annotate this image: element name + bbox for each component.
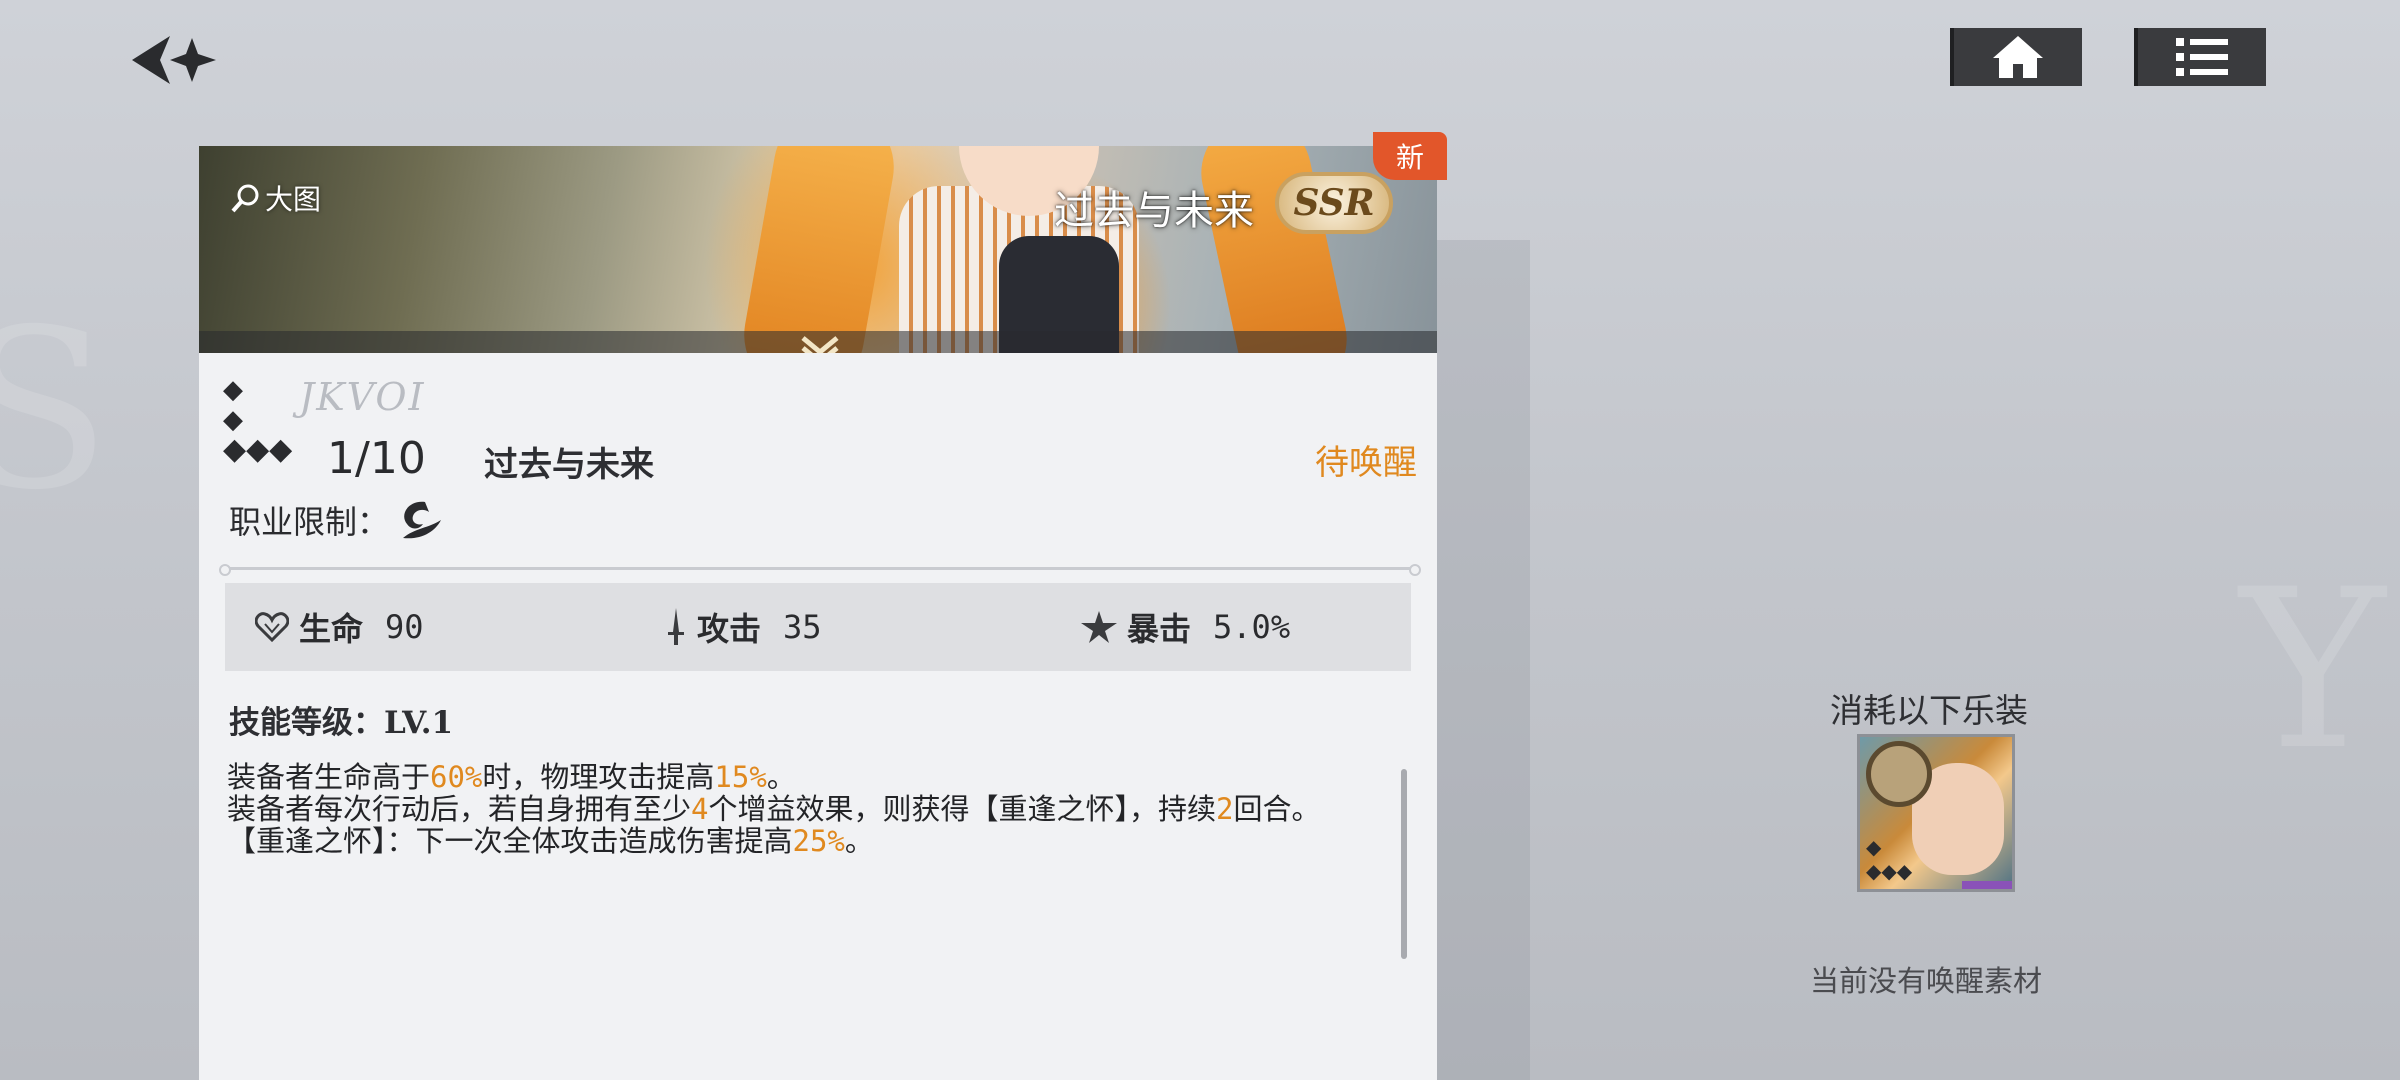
skill-highlight: 60% — [430, 760, 483, 794]
skill-text: 个增益效果，则获得【重逢之怀】，持续 — [708, 792, 1216, 826]
skill-text: 【重逢之怀】：下一次全体攻击造成伤害提高 — [227, 824, 793, 858]
level-logo: JKVOI — [299, 375, 426, 419]
menu-list-button[interactable] — [2134, 28, 2266, 86]
new-tag: 新 — [1373, 132, 1447, 180]
skill-text: 回合。 — [1233, 792, 1321, 826]
equipment-detail-card: 大图 过去与未来 SSR 新 ◆ ◆ ◆◆◆ JKVOI 1/10 过去与未来 … — [199, 132, 1447, 1080]
material-art-emblem — [1866, 741, 1932, 807]
job-limit-label: 职业限制： — [229, 503, 390, 541]
consume-title: 消耗以下乐装 — [1830, 691, 2028, 730]
home-icon — [1993, 36, 2043, 78]
list-icon — [2176, 38, 2228, 76]
background-decoration-right: Y — [2240, 542, 2386, 798]
skill-highlight: 4 — [691, 792, 709, 826]
skill-text: 装备者每次行动后，若自身拥有至少 — [227, 792, 692, 826]
skill-description: 装备者生命高于60%时，物理攻击提高15%。 装备者每次行动后，若自身拥有至少4… — [227, 761, 1387, 857]
stat-crit: 暴击 5.0% — [1081, 604, 1290, 650]
ssr-rarity-badge: SSR — [1275, 172, 1393, 234]
material-rarity-diamonds: ◆ ◆◆◆ — [1866, 835, 1913, 883]
banner-art-hair-left — [734, 146, 904, 353]
stat-hp-label: 生命 — [299, 610, 364, 648]
rarity-diamonds: ◆ ◆ ◆◆◆ — [223, 375, 292, 465]
stat-attack-label: 攻击 — [697, 610, 762, 648]
chevron-down-icon[interactable] — [799, 332, 841, 353]
rarity-mark-2: ◆ — [223, 405, 243, 435]
skill-text: 。 — [766, 760, 796, 794]
no-material-text: 当前没有唤醒素材 — [1810, 964, 2043, 998]
stat-hp: 生命 90 — [255, 604, 424, 650]
back-arrow-star-icon — [132, 36, 216, 84]
job-class-icon[interactable] — [395, 498, 445, 542]
stat-hp-value: 90 — [385, 608, 424, 646]
skill-highlight: 2 — [1216, 792, 1234, 826]
skill-level: 技能等级：LV.1 — [229, 705, 454, 741]
skill-text: 时，物理攻击提高 — [482, 760, 715, 794]
back-button[interactable] — [120, 20, 230, 100]
skill-scrollbar[interactable] — [1401, 769, 1407, 959]
section-divider — [219, 564, 1421, 576]
stat-attack-value: 35 — [783, 608, 822, 646]
background-decoration-left: S — [0, 282, 111, 538]
skill-line-2: 装备者每次行动后，若自身拥有至少4个增益效果，则获得【重逢之怀】，持续2回合。 — [227, 793, 1387, 825]
job-limit: 职业限制： — [229, 497, 445, 543]
stat-attack: 攻击 35 — [665, 604, 822, 650]
heart-icon — [255, 612, 289, 642]
skill-highlight: 15% — [714, 760, 767, 794]
equipment-name: 过去与未来 — [484, 445, 654, 485]
magnifier-icon — [231, 184, 259, 213]
background-panel — [1430, 240, 1530, 1080]
stat-crit-label: 暴击 — [1127, 610, 1192, 648]
stats-row: 生命 90 攻击 35 暴击 5.0% — [225, 583, 1411, 671]
home-button[interactable] — [1950, 28, 2082, 86]
skill-line-3: 【重逢之怀】：下一次全体攻击造成伤害提高25%。 — [227, 825, 1387, 857]
skill-highlight: 25% — [792, 824, 845, 858]
crit-star-icon — [1081, 611, 1117, 643]
skill-line-1: 装备者生命高于60%时，物理攻击提高15%。 — [227, 761, 1387, 793]
material-underbar — [1962, 881, 2012, 889]
material-item-icon[interactable]: ◆ ◆◆◆ — [1857, 734, 2015, 892]
banner-title: 过去与未来 — [1054, 188, 1254, 234]
sword-icon — [668, 608, 684, 645]
enlarge-image-button[interactable]: 大图 — [231, 178, 321, 218]
equipment-banner-image[interactable]: 大图 过去与未来 SSR — [199, 146, 1437, 353]
enlarge-label: 大图 — [265, 183, 322, 216]
stat-crit-value: 5.0% — [1213, 608, 1291, 646]
rarity-mark-3: ◆◆◆ — [223, 432, 293, 467]
rarity-mark-1: ◆ — [223, 375, 243, 405]
skill-text: 。 — [844, 824, 874, 858]
awaken-status: 待唤醒 — [1315, 443, 1417, 483]
skill-text: 装备者生命高于 — [227, 760, 431, 794]
level-count: 1/10 — [327, 433, 426, 484]
